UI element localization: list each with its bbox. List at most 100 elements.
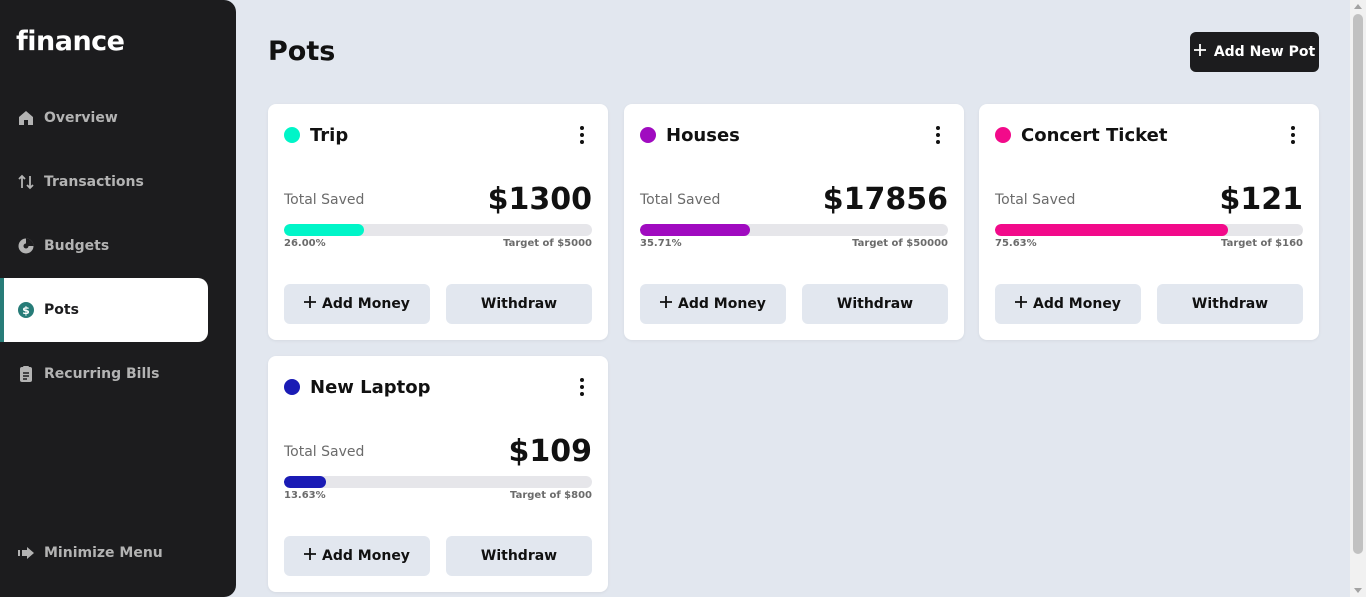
- sidebar-item-recurring-bills[interactable]: Recurring Bills: [4, 342, 208, 406]
- add-money-label: Add Money: [322, 548, 410, 564]
- sidebar-item-label: Overview: [44, 110, 118, 126]
- pot-card: Trip Total Saved $1300 26.00% Target of …: [268, 104, 608, 340]
- pot-card-header: Houses: [640, 124, 948, 146]
- add-money-label: Add Money: [322, 296, 410, 312]
- sidebar-item-overview[interactable]: Overview: [4, 86, 208, 150]
- progress-bar: [640, 224, 948, 236]
- svg-text:$: $: [22, 304, 30, 317]
- total-saved-row: Total Saved $109: [284, 434, 592, 469]
- progress-bar-fill: [640, 224, 750, 236]
- pot-card-header: Trip: [284, 124, 592, 146]
- progress-percent: 13.63%: [284, 490, 326, 501]
- sidebar-item-label: Pots: [44, 302, 79, 318]
- withdraw-label: Withdraw: [836, 296, 914, 312]
- pot-card: Houses Total Saved $17856 35.71% Target …: [624, 104, 964, 340]
- pot-actions: Add Money Withdraw: [995, 284, 1303, 324]
- progress-meta: 35.71% Target of $50000: [640, 238, 948, 249]
- pot-name: New Laptop: [310, 376, 431, 398]
- withdraw-label: Withdraw: [1191, 296, 1269, 312]
- add-money-label: Add Money: [1033, 296, 1121, 312]
- more-options-icon[interactable]: [928, 124, 948, 146]
- progress-meta: 13.63% Target of $800: [284, 490, 592, 501]
- plus-icon: [660, 296, 673, 312]
- minimize-menu-button[interactable]: Minimize Menu: [4, 521, 208, 585]
- pot-card-header: New Laptop: [284, 376, 592, 398]
- total-saved-row: Total Saved $1300: [284, 182, 592, 217]
- pot-color-dot: [284, 127, 300, 143]
- progress-percent: 26.00%: [284, 238, 326, 249]
- withdraw-button[interactable]: Withdraw: [446, 536, 592, 576]
- sidebar-item-transactions[interactable]: Transactions: [4, 150, 208, 214]
- pie-chart-icon: [16, 236, 36, 256]
- withdraw-button[interactable]: Withdraw: [802, 284, 948, 324]
- total-saved-amount: $121: [1219, 182, 1304, 217]
- sidebar-item-budgets[interactable]: Budgets: [4, 214, 208, 278]
- target-amount: Target of $5000: [503, 238, 592, 249]
- scroll-thumb[interactable]: [1353, 14, 1363, 554]
- progress-percent: 35.71%: [640, 238, 682, 249]
- progress-bar-fill: [995, 224, 1228, 236]
- pot-color-dot: [284, 379, 300, 395]
- pot-card: Concert Ticket Total Saved $121 75.63% T…: [979, 104, 1319, 340]
- app-logo: finance: [16, 26, 125, 57]
- more-options-icon[interactable]: [572, 376, 592, 398]
- arrow-right-icon: [16, 543, 36, 563]
- pot-actions: Add Money Withdraw: [284, 284, 592, 324]
- add-new-pot-button[interactable]: Add New Pot: [1190, 32, 1319, 72]
- progress-percent: 75.63%: [995, 238, 1037, 249]
- sidebar-item-label: Transactions: [44, 174, 144, 190]
- add-money-button[interactable]: Add Money: [640, 284, 786, 324]
- total-saved-label: Total Saved: [284, 191, 365, 208]
- pot-name: Trip: [310, 124, 349, 146]
- more-options-icon[interactable]: [1283, 124, 1303, 146]
- plus-icon: [304, 548, 317, 564]
- withdraw-button[interactable]: Withdraw: [1157, 284, 1303, 324]
- add-money-button[interactable]: Add Money: [995, 284, 1141, 324]
- home-icon: [16, 108, 36, 128]
- pot-color-dot: [640, 127, 656, 143]
- sidebar-item-pots[interactable]: $ Pots: [0, 278, 208, 342]
- receipt-icon: [16, 364, 36, 384]
- add-money-button[interactable]: Add Money: [284, 536, 430, 576]
- add-new-pot-label: Add New Pot: [1213, 44, 1316, 60]
- withdraw-label: Withdraw: [480, 296, 558, 312]
- progress-bar-fill: [284, 224, 365, 236]
- minimize-menu-label: Minimize Menu: [44, 545, 163, 561]
- progress-meta: 75.63% Target of $160: [995, 238, 1303, 249]
- dollar-circle-icon: $: [16, 300, 36, 320]
- sidebar: finance Overview Transactions Budgets $ …: [0, 0, 236, 597]
- total-saved-amount: $1300: [487, 182, 592, 217]
- more-options-icon[interactable]: [572, 124, 592, 146]
- progress-bar: [284, 224, 592, 236]
- progress-bar-fill: [284, 476, 326, 488]
- plus-icon: [1015, 296, 1028, 312]
- progress-bar: [284, 476, 592, 488]
- scroll-up-icon[interactable]: [1354, 4, 1362, 9]
- pot-color-dot: [995, 127, 1011, 143]
- withdraw-label: Withdraw: [480, 548, 558, 564]
- plus-icon: [304, 296, 317, 312]
- withdraw-button[interactable]: Withdraw: [446, 284, 592, 324]
- arrows-updown-icon: [16, 172, 36, 192]
- total-saved-row: Total Saved $121: [995, 182, 1303, 217]
- total-saved-amount: $109: [508, 434, 593, 469]
- plus-icon: [1193, 44, 1206, 60]
- progress-bar: [995, 224, 1303, 236]
- page-title: Pots: [268, 36, 336, 67]
- pot-actions: Add Money Withdraw: [640, 284, 948, 324]
- target-amount: Target of $160: [1221, 238, 1303, 249]
- add-money-label: Add Money: [678, 296, 766, 312]
- pot-actions: Add Money Withdraw: [284, 536, 592, 576]
- total-saved-label: Total Saved: [640, 191, 721, 208]
- page-scrollbar[interactable]: [1350, 0, 1366, 597]
- add-money-button[interactable]: Add Money: [284, 284, 430, 324]
- sidebar-item-label: Budgets: [44, 238, 110, 254]
- target-amount: Target of $50000: [852, 238, 948, 249]
- total-saved-row: Total Saved $17856: [640, 182, 948, 217]
- sidebar-item-label: Recurring Bills: [44, 366, 160, 382]
- total-saved-label: Total Saved: [284, 443, 365, 460]
- total-saved-label: Total Saved: [995, 191, 1076, 208]
- total-saved-amount: $17856: [822, 182, 948, 217]
- scroll-down-icon[interactable]: [1354, 588, 1362, 593]
- pot-card-header: Concert Ticket: [995, 124, 1303, 146]
